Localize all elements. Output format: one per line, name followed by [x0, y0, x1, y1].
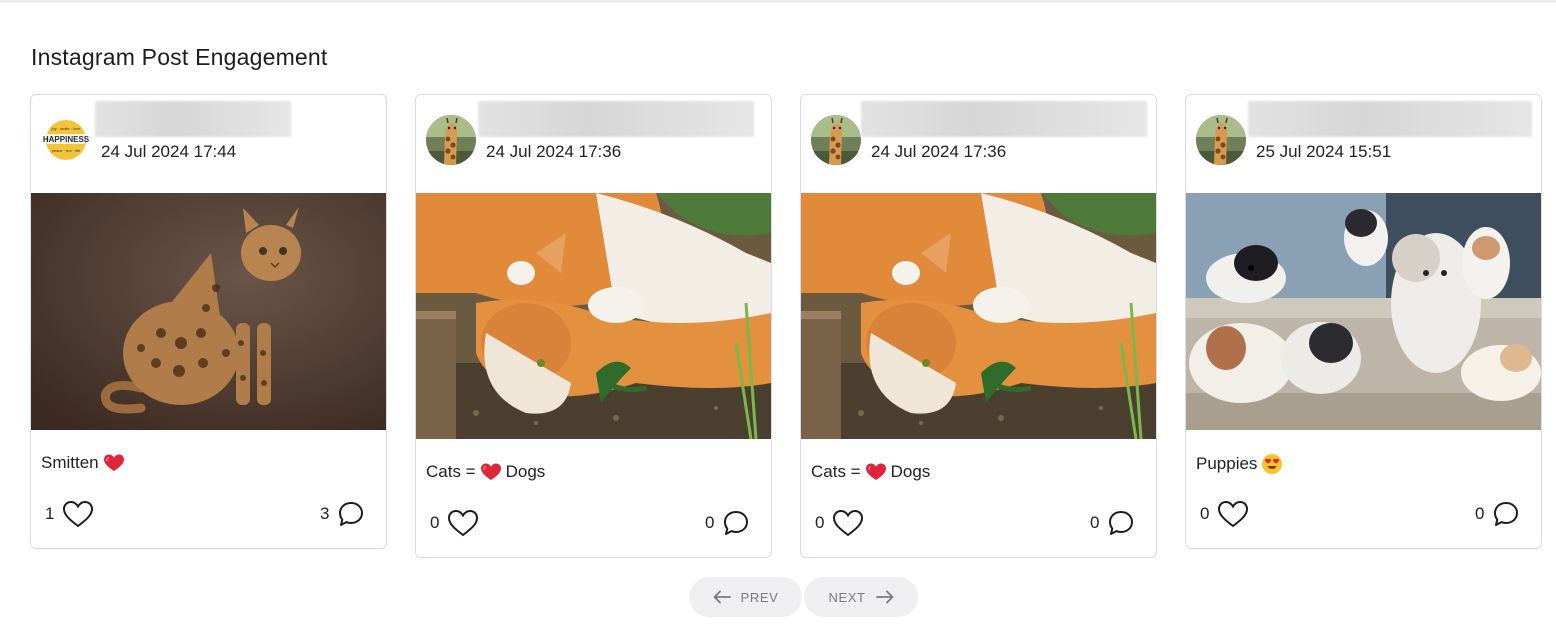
comment-bubble-icon[interactable]: [1107, 509, 1135, 537]
likes-stat[interactable]: 0: [430, 509, 479, 537]
next-label: NEXT: [828, 589, 866, 605]
post-caption: Smitten: [41, 453, 125, 473]
likes-stat[interactable]: 0: [1200, 500, 1249, 528]
likes-stat[interactable]: 0: [815, 509, 864, 537]
caption-text: Smitten: [41, 453, 99, 472]
heart-outline-icon[interactable]: [62, 500, 94, 528]
arrow-right-icon: [875, 590, 893, 604]
post-card[interactable]: HAPPINESS joy · smile · love peace · fun…: [30, 94, 387, 549]
heart-emoji-icon: [103, 453, 125, 473]
comment-bubble-icon[interactable]: [337, 500, 365, 528]
post-caption: Puppies: [1196, 453, 1283, 475]
post-date: 25 Jul 2024 15:51: [1256, 142, 1392, 161]
caption-text-after: Dogs: [890, 462, 931, 481]
post-image[interactable]: [801, 193, 1156, 439]
post-image[interactable]: [31, 193, 386, 430]
username-redacted: [861, 101, 1147, 137]
post-date: 24 Jul 2024 17:36: [871, 142, 1007, 161]
heart-emoji-icon: [480, 462, 502, 482]
username-redacted: [478, 101, 754, 137]
likes-count: 0: [1200, 504, 1210, 523]
avatar: [1196, 115, 1246, 165]
post-card[interactable]: 24 Jul 2024 17:36 Cats = Dogs 0 0: [415, 94, 772, 558]
likes-stat[interactable]: 1: [45, 500, 94, 528]
likes-count: 0: [815, 513, 825, 532]
caption-text: Puppies: [1196, 454, 1258, 473]
likes-count: 1: [45, 504, 55, 523]
svg-text:peace · fun · life: peace · fun · life: [52, 148, 81, 153]
post-caption: Cats = Dogs: [811, 462, 930, 482]
caption-text-after: Dogs: [505, 462, 546, 481]
comment-bubble-icon[interactable]: [722, 509, 750, 537]
page-title: Instagram Post Engagement: [31, 44, 328, 70]
comments-count: 0: [1090, 513, 1100, 532]
giraffe-avatar: [811, 115, 861, 165]
comments-count: 3: [320, 504, 330, 523]
heart-outline-icon[interactable]: [1217, 500, 1249, 528]
comments-stat[interactable]: 0: [1090, 509, 1135, 537]
avatar: [811, 115, 861, 165]
next-button[interactable]: NEXT: [804, 577, 918, 617]
avatar: [426, 115, 476, 165]
heart-outline-icon[interactable]: [447, 509, 479, 537]
likes-count: 0: [430, 513, 440, 532]
cats-cuddling-photo: [801, 193, 1156, 439]
post-image[interactable]: [416, 193, 771, 439]
post-card[interactable]: 25 Jul 2024 15:51 Puppies 0 0: [1185, 94, 1542, 549]
post-date: 24 Jul 2024 17:44: [101, 142, 237, 161]
comments-count: 0: [1475, 504, 1485, 523]
username-redacted: [1248, 101, 1532, 137]
comments-count: 0: [705, 513, 715, 532]
comments-stat[interactable]: 0: [705, 509, 750, 537]
happiness-logo: HAPPINESS joy · smile · love peace · fun…: [41, 115, 91, 165]
post-caption: Cats = Dogs: [426, 462, 545, 482]
comments-stat[interactable]: 3: [320, 500, 365, 528]
bengal-cat-photo: [31, 193, 386, 430]
comments-stat[interactable]: 0: [1475, 500, 1520, 528]
heart-emoji-icon: [865, 462, 887, 482]
puppies-photo: [1186, 193, 1541, 430]
avatar: HAPPINESS joy · smile · love peace · fun…: [41, 115, 91, 165]
heart-outline-icon[interactable]: [832, 509, 864, 537]
svg-text:joy · smile · love: joy · smile · love: [51, 126, 82, 131]
caption-text-before: Cats =: [811, 462, 861, 481]
giraffe-avatar: [426, 115, 476, 165]
arrow-left-icon: [713, 590, 731, 604]
top-divider: [0, 0, 1556, 3]
giraffe-avatar: [1196, 115, 1246, 165]
prev-label: PREV: [740, 589, 779, 605]
post-date: 24 Jul 2024 17:36: [486, 142, 622, 161]
post-image[interactable]: [1186, 193, 1541, 430]
caption-text-before: Cats =: [426, 462, 476, 481]
prev-button[interactable]: PREV: [689, 577, 802, 617]
post-card[interactable]: 24 Jul 2024 17:36 Cats = Dogs 0 0: [800, 94, 1157, 558]
cats-cuddling-photo: [416, 193, 771, 439]
comment-bubble-icon[interactable]: [1492, 500, 1520, 528]
svg-text:HAPPINESS: HAPPINESS: [43, 135, 90, 144]
username-redacted: [95, 101, 291, 137]
heart-eyes-emoji-icon: [1261, 453, 1283, 475]
